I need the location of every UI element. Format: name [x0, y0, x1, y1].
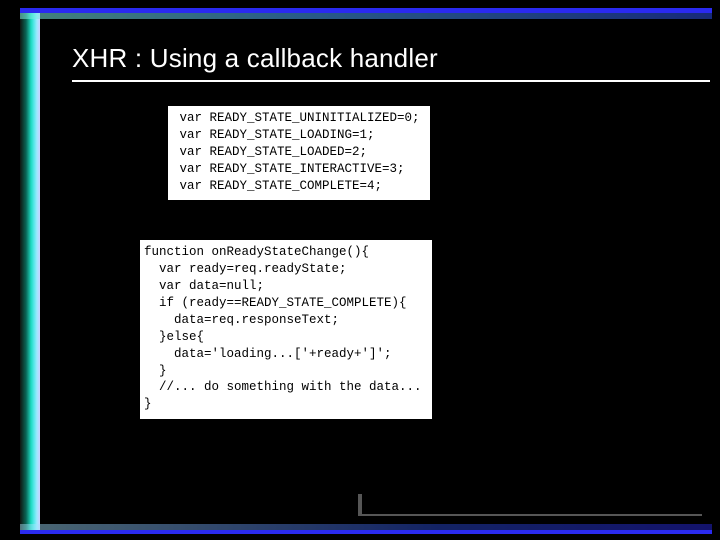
code-block-handler: function onReadyStateChange(){ var ready…: [140, 240, 432, 419]
footer-divider: [358, 494, 362, 516]
frame-top-highlight: [20, 13, 712, 19]
frame-bottom-highlight: [20, 524, 712, 530]
frame-left-gradient: [20, 13, 40, 530]
code-block-constants: var READY_STATE_UNINITIALIZED=0; var REA…: [168, 106, 430, 200]
slide-frame: XHR : Using a callback handler var READY…: [20, 8, 712, 534]
title-underline: [72, 80, 710, 82]
footer-line: [358, 514, 702, 516]
slide-content: XHR : Using a callback handler var READY…: [72, 43, 694, 512]
slide-title: XHR : Using a callback handler: [72, 43, 694, 74]
